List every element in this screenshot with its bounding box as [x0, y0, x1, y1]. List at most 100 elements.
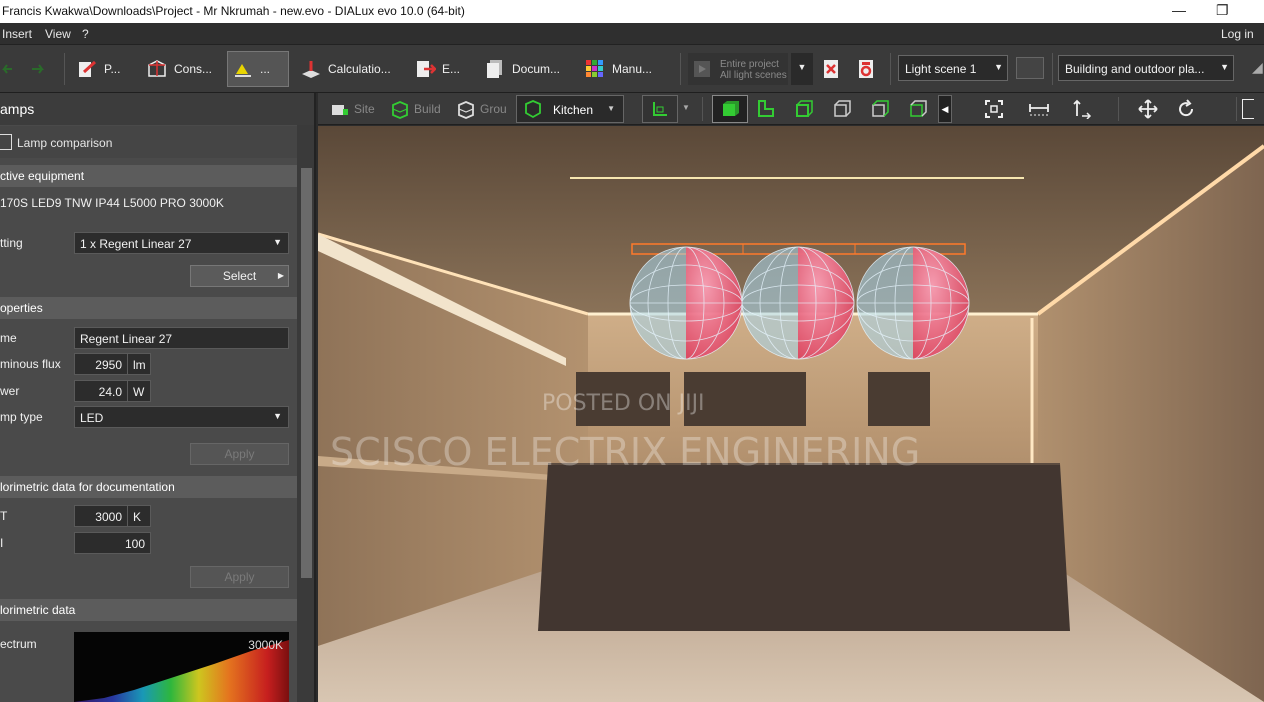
fitting-label: tting [0, 236, 23, 250]
room-name: Kitchen [553, 103, 594, 117]
calculation-icon [300, 58, 322, 80]
tab-project[interactable]: P... [72, 51, 124, 87]
panel-toggle-icon[interactable] [1242, 99, 1254, 119]
scope-scenes: All light scenes [720, 70, 787, 81]
menu-insert[interactable]: Insert [2, 27, 32, 41]
collapse-views-button[interactable]: ◀ [938, 95, 952, 123]
delete-calculation-icon[interactable] [820, 58, 842, 80]
lamps-panel: amps Lamp comparison ▲ ctive equipment 1… [0, 93, 316, 702]
cct-unit: K [127, 505, 151, 527]
measure-distance-icon[interactable] [1028, 99, 1049, 119]
building-icon [390, 99, 410, 119]
minimize-button[interactable]: — [1172, 2, 1186, 18]
separator [702, 97, 703, 121]
3d-viewport[interactable]: POSTED ON JIJI SCISCO ELECTRIX ENGINERIN… [318, 126, 1264, 702]
chevron-down-icon: ▼ [273, 411, 282, 421]
kitchen-3d-scene [318, 126, 1264, 702]
spectrum-label: ectrum [0, 637, 37, 651]
panel-title: amps [0, 93, 314, 125]
chevron-down-icon: ▼ [994, 62, 1003, 72]
scope-dropdown-arrow[interactable]: ▼ [791, 53, 813, 85]
tab-light[interactable]: ... [227, 51, 289, 87]
luminous-flux-input[interactable]: 2950 [74, 353, 128, 375]
lamp-comparison-label: Lamp comparison [17, 136, 113, 150]
restore-button[interactable]: ❐ [1216, 2, 1229, 19]
scrollbar-thumb[interactable] [301, 168, 312, 578]
product-name: 170S LED9 TNW IP44 L5000 PRO 3000K [0, 196, 224, 210]
separator [1118, 97, 1119, 121]
login-link[interactable]: Log in [1221, 27, 1254, 41]
menu-help[interactable]: ? [82, 27, 89, 41]
lamp-type-dropdown[interactable]: LED ▼ [74, 406, 289, 428]
calculation-settings-icon[interactable] [855, 58, 877, 80]
tab-manufacturer[interactable]: Manu... [580, 51, 656, 87]
cct-label: T [0, 509, 8, 523]
apply-properties-button[interactable]: Apply [190, 443, 289, 465]
view-right-icon[interactable] [832, 99, 852, 119]
posted-watermark: POSTED ON JIJI [542, 391, 705, 416]
fitting-dropdown[interactable]: 1 x Regent Linear 27 ▼ [74, 232, 289, 254]
scope-selector[interactable]: Entire project All light scenes [688, 53, 788, 85]
section-properties[interactable]: operties [0, 297, 297, 319]
rotate-icon[interactable] [1176, 99, 1196, 119]
view-back-icon[interactable] [870, 99, 890, 119]
lamp-type-label: mp type [0, 410, 43, 424]
chevron-down-icon[interactable]: ▼ [682, 103, 690, 112]
name-input[interactable]: Regent Linear 27 [74, 327, 289, 349]
tab-export[interactable]: E... [410, 51, 464, 87]
separator [64, 53, 65, 85]
scope-project: Entire project [720, 59, 779, 70]
cri-label: I [0, 536, 4, 550]
menu-bar: Insert View ? Log in [0, 23, 1264, 45]
separator [680, 53, 681, 85]
tab-calculation[interactable]: Calculatio... [296, 51, 395, 87]
zoom-extents-icon[interactable] [984, 99, 1004, 119]
light-scene-edit-icon[interactable] [1016, 57, 1044, 79]
lamp-comparison-row[interactable]: Lamp comparison [0, 126, 297, 158]
redo-icon[interactable] [30, 59, 48, 81]
view-front-icon[interactable] [794, 99, 814, 119]
light-icon [232, 58, 254, 80]
room-icon [523, 99, 543, 119]
section-active-equipment[interactable]: ctive equipment [0, 165, 297, 187]
apply-colorimetric-button[interactable]: Apply [190, 566, 289, 588]
storey-icon [456, 99, 476, 119]
cube-solid-icon [720, 99, 740, 119]
select-button[interactable]: Select ▶ [190, 265, 289, 287]
room-dropdown[interactable]: Kitchen ▼ [516, 95, 624, 123]
power-unit: W [127, 380, 151, 402]
luminous-flux-label: minous flux [0, 357, 61, 371]
cct-input[interactable]: 3000 [74, 505, 128, 527]
tab-construction[interactable]: Cons... [142, 51, 216, 87]
collapse-icon[interactable]: ◢ [1252, 59, 1263, 76]
name-label: me [0, 331, 17, 345]
cri-input[interactable]: 100 [74, 532, 151, 554]
separator [1236, 97, 1237, 121]
construction-icon [146, 58, 168, 80]
section-colorimetric-documentation[interactable]: lorimetric data for documentation [0, 476, 297, 498]
spectrum-cct-label: 3000K [248, 638, 283, 652]
window-title: Francis Kwakwa\Downloads\Project - Mr Nk… [2, 4, 465, 18]
section-colorimetric[interactable]: lorimetric data [0, 599, 297, 621]
tab-documentation[interactable]: Docum... [480, 51, 564, 87]
main-toolbar: P... Cons... ... Calculatio... E... Docu… [0, 45, 1264, 93]
power-input[interactable]: 24.0 [74, 380, 128, 402]
working-plane-button[interactable] [642, 95, 678, 123]
company-watermark: SCISCO ELECTRIX ENGINERING [330, 430, 921, 474]
separator [1052, 53, 1053, 85]
measure-height-icon[interactable] [1072, 99, 1092, 120]
undo-icon[interactable] [0, 59, 14, 81]
view-left-icon[interactable] [908, 99, 928, 119]
power-label: wer [0, 384, 20, 398]
view-mode-dropdown[interactable]: Building and outdoor pla... ▼ [1058, 55, 1234, 81]
nav-building[interactable]: Build [390, 97, 441, 121]
play-icon [692, 58, 714, 80]
menu-view[interactable]: View [45, 27, 71, 41]
nav-ground[interactable]: Grou [456, 97, 507, 121]
view-floor-icon[interactable] [756, 99, 776, 119]
light-scene-dropdown[interactable]: Light scene 1 ▼ [898, 55, 1008, 81]
move-icon[interactable] [1138, 99, 1158, 119]
view-3d-solid-button[interactable] [712, 95, 748, 123]
nav-site[interactable]: Site [330, 97, 375, 121]
plane-icon [650, 99, 670, 119]
